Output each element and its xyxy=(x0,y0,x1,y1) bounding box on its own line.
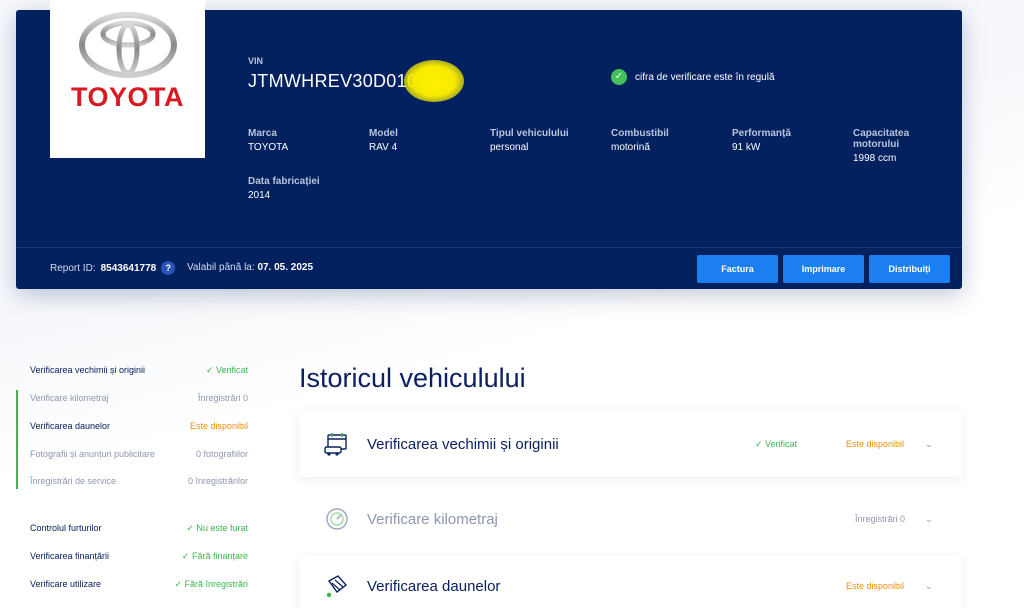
spec-label: Combustibil xyxy=(611,128,669,139)
sidebar-item-status: Înregistrări 0 xyxy=(197,393,248,403)
chevron-down-icon[interactable]: ⌄ xyxy=(925,439,933,450)
spec-value: RAV 4 xyxy=(369,142,398,153)
sidebar-item-label: Verificare kilometraj xyxy=(30,393,109,403)
spec-vehicle-type: Tipul vehiculului personal xyxy=(490,128,569,153)
spec-label: Tipul vehiculului xyxy=(490,128,569,139)
section-status-available: Este disponibil xyxy=(846,439,905,449)
spec-value: TOYOTA xyxy=(248,142,289,153)
sidebar-item-age-origin[interactable]: Verificarea vechimii și originii ✓ Verif… xyxy=(16,360,248,380)
damaged-car-icon xyxy=(323,572,351,600)
report-id-label: Report ID: xyxy=(50,262,96,274)
vin-check-status: ✓ cifra de verificare este în regulă xyxy=(611,69,775,85)
page-title: Istoricul vehiculului xyxy=(299,363,526,393)
sidebar-item-status: ✓ Fără finanțare xyxy=(181,550,248,561)
spec-manufacture-date: Data fabricației 2014 xyxy=(248,176,320,201)
vin-label: VIN xyxy=(248,56,264,66)
sidebar-item-financing[interactable]: Verificarea finanțării ✓ Fără finanțare xyxy=(16,546,248,566)
calendar-car-icon xyxy=(323,430,351,458)
sidebar-item-label: Înregistrări de service xyxy=(30,476,117,486)
valid-until-label: Valabil până la: xyxy=(187,262,255,273)
spec-label: Model xyxy=(369,128,398,139)
vin-redaction-mark xyxy=(404,60,464,102)
section-title: Verificarea vechimii și originii xyxy=(367,435,559,453)
section-title: Verificare kilometraj xyxy=(367,510,498,528)
section-status-available: Este disponibil xyxy=(846,581,905,591)
brand-wordmark: TOYOTA xyxy=(70,82,184,112)
sidebar-item-mileage[interactable]: Verificare kilometraj Înregistrări 0 xyxy=(16,388,248,408)
section-title: Verificarea daunelor xyxy=(367,577,501,595)
chevron-down-icon[interactable]: ⌄ xyxy=(925,514,933,525)
sidebar-item-label: Verificare utilizare xyxy=(30,579,102,589)
section-status-verified: ✓ Verificat xyxy=(755,438,798,449)
spec-model: Model RAV 4 xyxy=(369,128,398,153)
spec-engine-capacity: Capacitatea motorului 1998 ccm xyxy=(853,128,958,164)
spec-fuel: Combustibil motorină xyxy=(611,128,669,153)
sidebar-item-service-records[interactable]: Înregistrări de service 0 înregistrărilo… xyxy=(16,471,248,491)
sidebar-item-status: 0 fotografiilor xyxy=(195,449,248,459)
sidebar-item-status: ✓ Nu este furat xyxy=(186,522,248,533)
report-id-value: 8543641778 xyxy=(100,262,157,274)
spec-value: 1998 ccm xyxy=(853,153,897,164)
vehicle-summary-card: TOYOTA VIN JTMWHREV30D010 ✓ cifra de ver… xyxy=(16,0,962,289)
chevron-down-icon[interactable]: ⌄ xyxy=(925,581,933,592)
sidebar-item-label: Verificarea vechimii și originii xyxy=(30,365,146,375)
valid-until: Valabil până la: 07. 05. 2025 xyxy=(187,262,313,273)
sidebar-item-damage[interactable]: Verificarea daunelor Este disponibil xyxy=(16,416,248,436)
section-card-mileage[interactable]: Verificare kilometraj Înregistrări 0 ⌄ xyxy=(299,492,962,546)
share-button[interactable]: Distribuiți xyxy=(869,255,950,283)
check-icon: ✓ xyxy=(611,69,627,85)
spec-power: Performanță 91 kW xyxy=(732,128,791,153)
spec-label: Data fabricației xyxy=(248,176,320,187)
print-button[interactable]: Imprimare xyxy=(783,255,864,283)
spec-label: Capacitatea motorului xyxy=(853,128,910,150)
vin-value: JTMWHREV30D010 xyxy=(248,71,418,91)
valid-until-value: 07. 05. 2025 xyxy=(257,262,314,273)
section-card-damage[interactable]: Verificarea daunelor Este disponibil ⌄ xyxy=(299,556,962,608)
report-id: Report ID: 8543641778 ? xyxy=(50,261,176,275)
invoice-button[interactable]: Factura xyxy=(697,255,778,283)
sidebar-item-theft-check[interactable]: Controlul furturilor ✓ Nu este furat xyxy=(16,518,248,538)
divider xyxy=(16,247,962,248)
sidebar-item-status: Este disponibil xyxy=(189,421,248,431)
spec-value: motorină xyxy=(611,142,650,153)
sidebar-item-label: Fotografii și anunțuri publicitare xyxy=(30,449,156,459)
sidebar-item-status: ✓ Fără înregistrări xyxy=(174,578,248,589)
toyota-emblem-icon xyxy=(78,12,177,78)
sidebar-item-label: Verificarea daunelor xyxy=(30,421,111,431)
vin-check-text: cifra de verificare este în regulă xyxy=(635,71,775,83)
spec-label: Performanță xyxy=(732,128,791,139)
section-card-age-origin[interactable]: Verificarea vechimii și originii ✓ Verif… xyxy=(299,411,962,477)
sidebar-item-label: Verificarea finanțării xyxy=(30,551,110,561)
spec-value: personal xyxy=(490,142,529,153)
spec-value: 2014 xyxy=(248,190,271,201)
sidebar-item-status: 0 înregistrărilor xyxy=(187,476,248,486)
sidebar-item-usage[interactable]: Verificare utilizare ✓ Fără înregistrări xyxy=(16,574,248,594)
section-status-records: Înregistrări 0 xyxy=(855,514,906,524)
spec-make: Marca TOYOTA xyxy=(248,128,288,153)
sidebar-item-photos-ads[interactable]: Fotografii și anunțuri publicitare 0 fot… xyxy=(16,444,248,464)
brand-logo: TOYOTA xyxy=(50,0,205,158)
odometer-icon xyxy=(323,505,351,533)
spec-value: 91 kW xyxy=(732,142,761,153)
sidebar-item-label: Controlul furturilor xyxy=(30,523,102,533)
spec-label: Marca xyxy=(248,128,277,139)
sidebar-item-status: ✓ Verificat xyxy=(205,364,248,375)
help-icon[interactable]: ? xyxy=(161,261,176,275)
